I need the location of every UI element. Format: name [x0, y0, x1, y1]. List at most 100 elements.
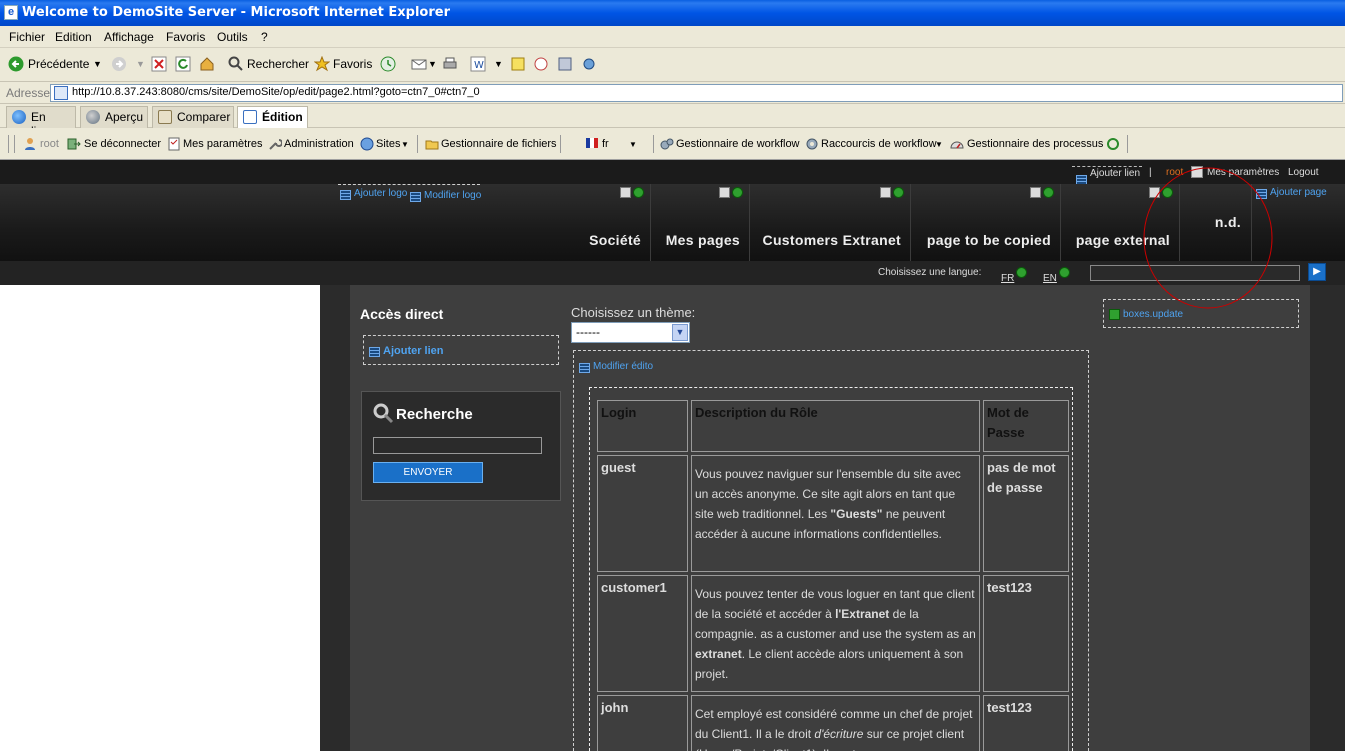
tab-edition[interactable]: Édition	[237, 106, 308, 128]
research-icon[interactable]	[557, 56, 573, 72]
mail-dropdown-icon[interactable]: ▼	[428, 59, 437, 69]
shortcut-gear-icon[interactable]	[805, 137, 819, 151]
plus-box-icon	[1109, 309, 1120, 320]
theme-select[interactable]: ------ ▼	[571, 322, 690, 343]
search-button[interactable]: Rechercher	[247, 57, 309, 71]
administration-link[interactable]: Administration	[284, 138, 354, 150]
process-manager-link[interactable]: Gestionnaire des processus	[967, 138, 1103, 150]
tab-apercu[interactable]: Aperçu	[80, 106, 148, 128]
lang-en-link[interactable]: EN	[1043, 273, 1057, 284]
mail-icon[interactable]	[411, 56, 427, 72]
compare-icon	[158, 110, 172, 124]
edit-status-icon[interactable]	[1030, 187, 1056, 199]
favorites-button[interactable]: Favoris	[333, 57, 372, 71]
workflow-shortcuts-dropdown-icon[interactable]: ▼	[935, 140, 943, 149]
menu-fichier[interactable]: Fichier	[9, 30, 45, 44]
home-icon[interactable]	[199, 56, 215, 72]
add-logo-link[interactable]: Ajouter logo	[354, 188, 407, 199]
lang-fr-link[interactable]: FR	[1001, 273, 1014, 284]
note-icon[interactable]	[510, 56, 526, 72]
workflow-manager-link[interactable]: Gestionnaire de workflow	[676, 138, 800, 150]
tools-icon[interactable]	[581, 56, 597, 72]
left-margin	[0, 285, 320, 751]
back-arrow-icon[interactable]	[8, 56, 24, 72]
sidebar-add-link[interactable]: Ajouter lien	[383, 345, 444, 357]
menu-help[interactable]: ?	[261, 30, 268, 44]
star-icon[interactable]	[314, 56, 330, 72]
nav-item-societe[interactable]: Société	[560, 184, 651, 261]
header-search-go-icon[interactable]: ▶	[1308, 263, 1326, 281]
sites-globe-icon[interactable]	[360, 137, 374, 151]
chevron-down-icon[interactable]: ▼	[672, 324, 688, 341]
back-button[interactable]: Précédente	[28, 57, 89, 71]
params-icon[interactable]	[167, 137, 181, 151]
search-icon[interactable]	[228, 56, 244, 72]
messenger-icon[interactable]	[533, 56, 549, 72]
tab-comparer[interactable]: Comparer	[152, 106, 234, 128]
folder-icon[interactable]	[425, 137, 439, 151]
tab-en-ligne[interactable]: En ligne	[6, 106, 76, 138]
toolbar-separator	[1127, 135, 1128, 153]
refresh-cms-icon[interactable]	[1106, 137, 1120, 151]
edit-pencil-icon	[243, 110, 257, 124]
top-logout[interactable]: Logout	[1288, 167, 1319, 178]
search-input[interactable]	[373, 437, 542, 454]
forward-arrow-icon[interactable]	[111, 56, 127, 72]
my-params-link[interactable]: Mes paramètres	[183, 138, 262, 150]
language-select[interactable]: fr	[602, 138, 609, 150]
toolbar-separator	[14, 135, 15, 153]
menu-outils[interactable]: Outils	[217, 30, 248, 44]
window-title: Welcome to DemoSite Server - Microsoft I…	[22, 5, 450, 20]
menu-favoris[interactable]: Favoris	[166, 30, 205, 44]
sites-menu[interactable]: Sites	[376, 138, 400, 150]
toolbar-separator	[560, 135, 561, 153]
menu-affichage[interactable]: Affichage	[104, 30, 154, 44]
direct-access-zone: Ajouter lien	[363, 335, 559, 365]
row-description: Cet employé est considéré comme un chef …	[691, 695, 980, 751]
forward-dropdown-icon: ▼	[136, 59, 145, 69]
nav-item-mes-pages[interactable]: Mes pages	[651, 184, 750, 261]
edit-logo-link[interactable]: Modifier logo	[424, 190, 481, 201]
back-dropdown-icon[interactable]: ▼	[93, 59, 102, 69]
address-label: Adresse	[6, 86, 51, 100]
row-password: pas de mot de passe	[983, 455, 1069, 572]
logout-icon[interactable]	[67, 137, 81, 151]
table-header-row: Login Description du Rôle Mot de Passe	[597, 400, 1069, 452]
top-add-link[interactable]: Ajouter lien	[1090, 168, 1140, 179]
send-button[interactable]: ENVOYER	[373, 462, 483, 483]
sites-dropdown-icon[interactable]: ▼	[401, 140, 409, 149]
edit-status-icon[interactable]	[620, 187, 646, 199]
address-url[interactable]: http://10.8.37.243:8080/cms/site/DemoSit…	[72, 86, 480, 98]
preview-icon	[86, 110, 100, 124]
header-description: Description du Rôle	[691, 400, 980, 452]
history-icon[interactable]	[380, 56, 396, 72]
wrench-icon[interactable]	[268, 137, 282, 151]
workflow-shortcuts-menu[interactable]: Raccourcis de workflow	[821, 138, 937, 150]
edit-edito-link[interactable]: Modifier édito	[593, 361, 653, 372]
table-row: customer1 Vous pouvez tenter de vous log…	[597, 575, 1069, 692]
magnifier-icon	[373, 403, 394, 424]
word-edit-icon[interactable]: W	[470, 56, 486, 72]
toolbar-separator	[8, 135, 9, 153]
nav-item-customers-extranet[interactable]: Customers Extranet	[750, 184, 911, 261]
gauge-icon[interactable]	[950, 137, 964, 151]
menu-edition[interactable]: Edition	[55, 30, 92, 44]
file-manager-link[interactable]: Gestionnaire de fichiers	[441, 138, 557, 150]
workflow-gears-icon[interactable]	[660, 137, 674, 151]
language-dropdown-icon[interactable]: ▼	[629, 140, 637, 149]
roles-table: Login Description du Rôle Mot de Passe g…	[594, 397, 1072, 751]
fr-status-icon[interactable]	[1016, 267, 1027, 278]
stop-icon[interactable]	[151, 56, 167, 72]
edit-status-icon[interactable]	[719, 187, 745, 199]
cms-toolbar: root Se déconnecter Mes paramètres Admin…	[0, 128, 1345, 160]
search-title: Recherche	[396, 406, 473, 423]
address-input[interactable]: http://10.8.37.243:8080/cms/site/DemoSit…	[50, 84, 1343, 102]
en-status-icon[interactable]	[1059, 267, 1070, 278]
edit-status-icon[interactable]	[880, 187, 906, 199]
refresh-icon[interactable]	[175, 56, 191, 72]
nav-item-page-to-be-copied[interactable]: page to be copied	[911, 184, 1061, 261]
edit-dropdown-icon[interactable]: ▼	[494, 59, 503, 69]
annotation-circle	[1143, 167, 1273, 309]
print-icon[interactable]	[442, 56, 458, 72]
logout-link[interactable]: Se déconnecter	[84, 138, 161, 150]
